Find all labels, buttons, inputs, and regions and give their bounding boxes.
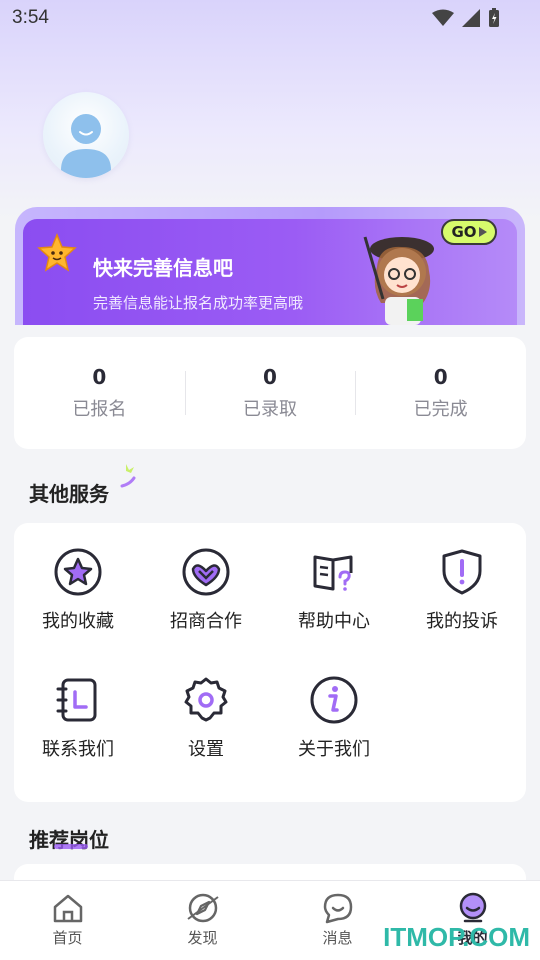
- message-icon: [323, 893, 352, 924]
- stat-registered[interactable]: 0 已报名: [14, 337, 185, 449]
- star-mascot-icon: [37, 233, 77, 272]
- service-favorites[interactable]: 我的收藏: [14, 523, 142, 633]
- tab-home[interactable]: 首页: [0, 881, 135, 960]
- home-icon: [53, 894, 82, 923]
- status-icons: [432, 8, 500, 28]
- status-time: 3:54: [12, 7, 49, 28]
- painter-mascot-illustration: [363, 236, 434, 325]
- service-label: 设置: [188, 739, 224, 760]
- service-help-center[interactable]: 帮助中心: [270, 523, 398, 633]
- banner-title: 快来完善信息吧: [93, 256, 233, 280]
- stat-label: 已报名: [72, 399, 127, 420]
- stats-card: 0 已报名 0 已录取 0 已完成: [14, 337, 526, 449]
- go-button[interactable]: GO: [441, 219, 497, 245]
- service-label: 我的收藏: [42, 611, 114, 632]
- profile-icon: [459, 892, 486, 923]
- star-circle-icon: [54, 548, 102, 596]
- services-section-title: 其他服务: [29, 482, 109, 506]
- discover-icon: [186, 893, 219, 923]
- service-settings[interactable]: 设置: [142, 651, 270, 761]
- stat-value: 0: [92, 365, 107, 389]
- stat-value: 0: [263, 365, 277, 389]
- user-avatar-icon: [61, 114, 111, 178]
- info-icon: [310, 676, 358, 724]
- status-bar: 3:54: [0, 0, 540, 36]
- watermark-text: ITMOP.COM: [383, 922, 530, 952]
- stat-value: 0: [433, 365, 448, 389]
- handshake-heart-icon: [182, 548, 230, 596]
- play-arrow-icon: [478, 227, 487, 237]
- stat-completed[interactable]: 0 已完成: [355, 337, 526, 449]
- signal-icon: [462, 9, 480, 27]
- stat-label: 已完成: [413, 399, 468, 420]
- service-label: 招商合作: [170, 611, 242, 632]
- wifi-icon: [432, 9, 454, 26]
- service-my-complaints[interactable]: 我的投诉: [398, 523, 526, 633]
- avatar[interactable]: [43, 92, 129, 178]
- title-underline-decoration: [54, 844, 88, 849]
- service-label: 联系我们: [42, 739, 114, 760]
- tab-discover[interactable]: 发现: [135, 881, 270, 960]
- service-contact-us[interactable]: 联系我们: [14, 651, 142, 761]
- settings-gear-icon: [184, 677, 228, 722]
- service-about-us[interactable]: 关于我们: [270, 651, 398, 761]
- go-label: GO: [451, 223, 477, 241]
- services-grid: 我的收藏 招商合作 帮助中心 我的投诉 联系我们 设置 关于我们: [14, 523, 526, 802]
- service-label: 关于我们: [298, 739, 370, 760]
- tab-label: 首页: [52, 929, 83, 947]
- stat-admitted[interactable]: 0 已录取: [184, 337, 356, 449]
- tab-label: 发现: [187, 929, 218, 947]
- banner-subtitle: 完善信息能让报名成功率更高哦: [93, 294, 304, 312]
- contact-book-icon: [56, 678, 97, 722]
- service-business-cooperation[interactable]: 招商合作: [142, 523, 270, 633]
- help-book-icon: [313, 555, 353, 591]
- service-label: 我的投诉: [426, 611, 498, 632]
- shield-alert-icon: [442, 549, 482, 595]
- battery-icon: [489, 8, 499, 27]
- complete-info-banner[interactable]: 快来完善信息吧 完善信息能让报名成功率更高哦 GO: [15, 207, 525, 325]
- stat-label: 已录取: [243, 399, 297, 420]
- tab-label: 消息: [322, 929, 353, 947]
- service-label: 帮助中心: [298, 611, 370, 632]
- sparkle-decoration-icon: [120, 464, 136, 488]
